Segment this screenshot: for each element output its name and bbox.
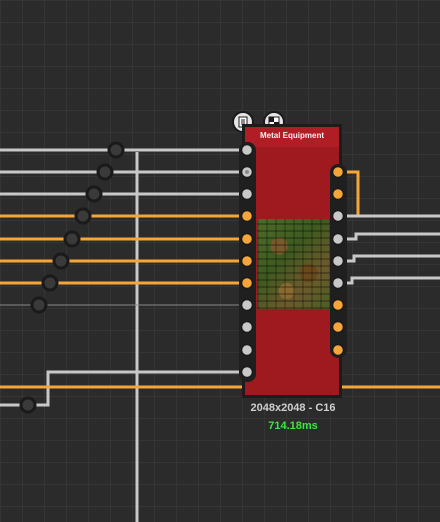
- input-socket[interactable]: [240, 187, 254, 201]
- output-socket[interactable]: [331, 209, 345, 223]
- input-socket[interactable]: [240, 343, 254, 357]
- output-socket[interactable]: [331, 343, 345, 357]
- output-socket[interactable]: [331, 276, 345, 290]
- output-socket[interactable]: [331, 298, 345, 312]
- output-socket[interactable]: [331, 165, 345, 179]
- input-socket-marker: [245, 170, 249, 174]
- input-socket[interactable]: [240, 209, 254, 223]
- input-socket[interactable]: [240, 254, 254, 268]
- input-socket[interactable]: [240, 143, 254, 157]
- input-socket[interactable]: [240, 320, 254, 334]
- output-socket[interactable]: [331, 320, 345, 334]
- output-socket[interactable]: [331, 187, 345, 201]
- output-socket[interactable]: [331, 232, 345, 246]
- input-socket[interactable]: [240, 232, 254, 246]
- input-socket[interactable]: [240, 276, 254, 290]
- output-socket[interactable]: [331, 254, 345, 268]
- cook-time-label: 714.18ms: [268, 420, 318, 432]
- input-socket[interactable]: [240, 365, 254, 379]
- input-socket[interactable]: [240, 298, 254, 312]
- node-sockets: [240, 143, 345, 379]
- resolution-label: 2048x2048 - C16: [250, 402, 336, 414]
